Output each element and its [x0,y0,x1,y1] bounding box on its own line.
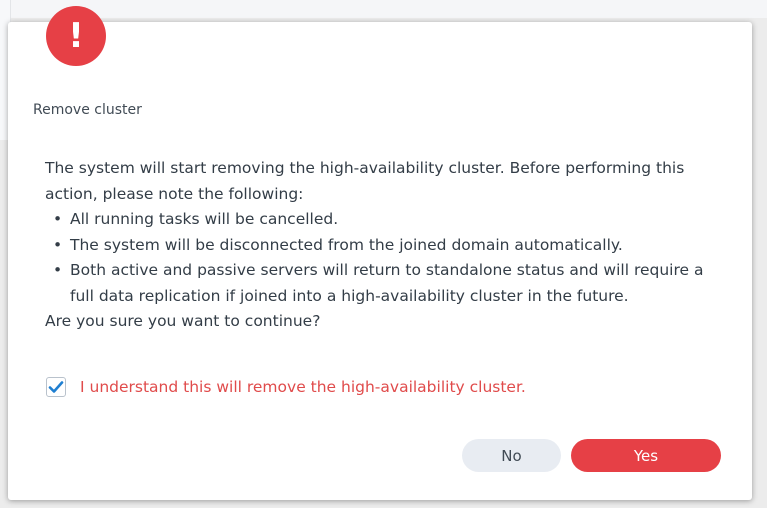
warning-item: • All running tasks will be cancelled. [45,207,730,233]
alert-symbol: ! [68,16,84,56]
bullet-icon: • [53,261,63,279]
warning-list: • All running tasks will be cancelled. •… [45,207,730,309]
warning-item-text: All running tasks will be cancelled. [70,210,339,228]
confirm-question: Are you sure you want to continue? [45,312,321,330]
confirm-checkbox-row[interactable]: I understand this will remove the high-a… [46,377,526,397]
dialog-title: Remove cluster [33,102,142,118]
remove-cluster-dialog: ! Remove cluster The system will start r… [8,6,752,500]
no-button[interactable]: No [462,439,561,472]
dialog-message: The system will start removing the high-… [45,156,730,335]
warning-item: • Both active and passive servers will r… [45,258,730,309]
confirm-checkbox[interactable] [46,377,66,397]
yes-button[interactable]: Yes [571,439,721,472]
alert-exclamation-icon: ! [46,6,106,66]
message-intro: The system will start removing the high-… [45,159,685,203]
background-header [0,0,767,18]
confirm-checkbox-label[interactable]: I understand this will remove the high-a… [80,378,526,396]
checkmark-icon [48,381,64,393]
warning-item-text: Both active and passive servers will ret… [70,261,704,305]
warning-item-text: The system will be disconnected from the… [70,235,623,254]
bullet-icon: • [53,210,63,228]
warning-item: • The system will be disconnected from t… [45,233,730,259]
bullet-icon: • [53,235,63,254]
